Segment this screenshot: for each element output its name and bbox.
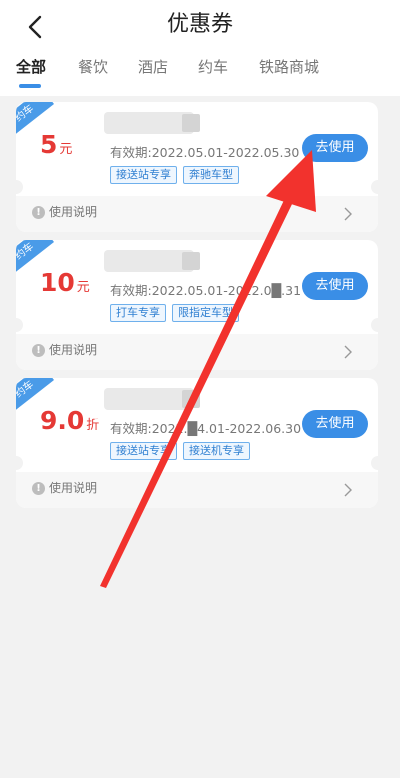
coupon-chip: 打车专享 [110,304,166,322]
coupon-name-blurred [104,112,200,134]
coupon-chip: 接送机专享 [183,442,250,460]
card-notch [16,180,23,194]
info-icon: ! [32,482,45,495]
category-tabs: 全部 餐饮 酒店 约车 铁路商城 [0,54,400,84]
tab-all[interactable]: 全部 [16,54,46,80]
card-notch [371,180,378,194]
coupon-chips: 接送站专享 奔驰车型 [110,166,239,184]
coupon-chip: 接送站专享 [110,166,177,184]
card-notch [16,318,23,332]
usage-instructions-label: 使用说明 [49,343,98,357]
usage-instructions-row[interactable]: ! 使用说明 [16,334,378,370]
info-icon: ! [32,206,45,219]
coupon-validity: 有效期:2022.█4.01-2022.06.30 [110,421,302,436]
tab-railway-mall[interactable]: 铁路商城 [259,54,319,80]
coupon-chip: 接送站专享 [110,442,177,460]
page-title: 优惠券 [166,12,233,37]
usage-instructions-label: 使用说明 [49,481,98,495]
use-coupon-button[interactable]: 去使用 [302,134,368,162]
coupon-chip: 限指定车型 [172,304,239,322]
chevron-right-icon [344,206,352,221]
chevron-right-icon [344,482,352,497]
tab-ride[interactable]: 约车 [198,54,228,80]
tab-dining[interactable]: 餐饮 [78,54,108,80]
usage-instructions-row[interactable]: ! 使用说明 [16,472,378,508]
tab-hotel[interactable]: 酒店 [138,54,168,80]
coupon-name-blurred [104,388,200,410]
coupon-card: 约车 10 元 有效期:2022.05.01-2022.0█.31 打车专享 限指… [16,240,378,370]
coupon-chips: 打车专享 限指定车型 [110,304,239,322]
top-bar: 优惠券 全部 餐饮 酒店 约车 铁路商城 [0,0,400,96]
card-notch [16,456,23,470]
coupon-amount: 5元 [40,130,73,159]
card-notch [371,456,378,470]
use-coupon-button[interactable]: 去使用 [302,272,368,300]
chevron-right-icon [344,344,352,359]
coupon-name-blurred [104,250,200,272]
use-coupon-button[interactable]: 去使用 [302,410,368,438]
info-icon: ! [32,344,45,357]
coupon-card: 约车 5元 有效期:2022.05.01-2022.05.30 接送站专享 奔驰… [16,102,378,232]
tab-indicator [19,84,41,88]
coupon-validity: 有效期:2022.05.01-2022.05.30 [110,145,300,160]
coupon-card: 约车 9.0 折 有效期:2022.█4.01-2022.06.30 接送站专享 … [16,378,378,508]
coupon-chip: 奔驰车型 [183,166,239,184]
usage-instructions-row[interactable]: ! 使用说明 [16,196,378,232]
coupon-validity: 有效期:2022.05.01-2022.0█.31 [110,283,302,298]
coupon-amount: 10 元 [40,268,90,297]
usage-instructions-label: 使用说明 [49,205,98,219]
coupon-chips: 接送站专享 接送机专享 [110,442,250,460]
card-notch [371,318,378,332]
